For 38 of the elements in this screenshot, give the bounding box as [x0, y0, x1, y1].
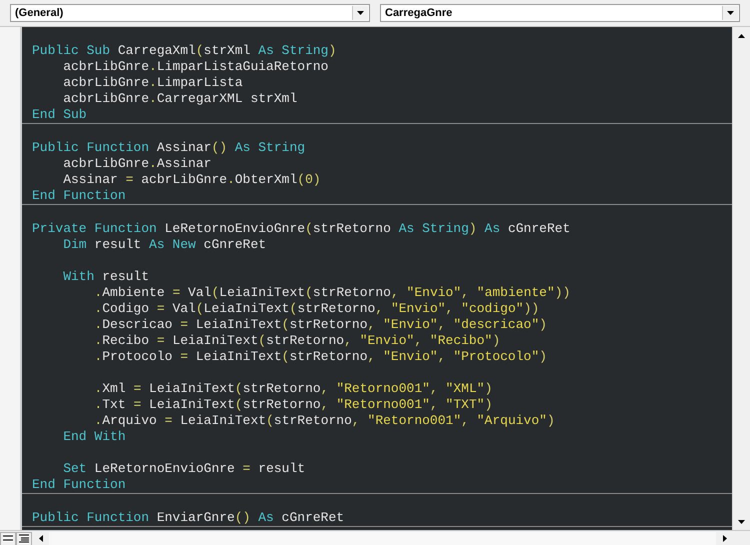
caret-icon — [357, 11, 364, 15]
code-line: .Descricao = LeiaIniText(strRetorno, "Envio", "descricao") — [93, 317, 547, 333]
code-line: Assinar = acbrLibGnre.ObterXml(0) — [62, 172, 321, 188]
code-line: End With — [62, 429, 126, 445]
code-line: Public Function Assinar() As String — [31, 140, 306, 156]
left-triangle-icon — [38, 535, 42, 542]
code-line: .Ambiente = Val(LeiaIniText(strRetorno, "Envio", "ambiente")) — [93, 285, 570, 301]
lines-icon — [19, 534, 29, 543]
code-line: .Protocolo = LeiaIniText(strRetorno, "Envio", "Protocolo") — [93, 349, 547, 365]
right-triangle-icon — [722, 535, 726, 542]
two-lines-icon — [3, 535, 13, 542]
code-line: End Sub — [31, 107, 87, 123]
procedure-dropdown[interactable]: CarregaGnre — [380, 4, 740, 22]
full-module-view-button[interactable] — [16, 532, 32, 545]
scroll-left-button[interactable] — [32, 532, 49, 545]
code-line: End Function — [31, 477, 126, 493]
code-line: Dim result As New cGnreRet — [62, 237, 266, 253]
code-line: Private Function LeRetornoEnvioGnre(strRetorno As String) As cGnreRet — [31, 221, 570, 237]
code-line: .Codigo = Val(LeiaIniText(strRetorno, "Envio", "codigo")) — [93, 301, 540, 317]
scroll-right-button[interactable] — [716, 532, 733, 545]
down-triangle-icon — [738, 520, 745, 524]
code-line: acbrLibGnre.LimparListaGuiaRetorno — [62, 59, 328, 75]
caret-icon — [727, 11, 734, 15]
code-line: Public Sub CarregaXml(strXml As String) — [31, 43, 336, 59]
object-dropdown[interactable]: (General) — [10, 4, 370, 22]
code-line: .Arquivo = LeiaIniText(strRetorno, "Retorno001", "Arquivo") — [93, 413, 555, 429]
procedure-view-button[interactable] — [0, 532, 16, 545]
code-line: End Function — [31, 188, 126, 204]
code-line: .Xml = LeiaIniText(strRetorno, "Retorno001", "XML") — [93, 381, 492, 397]
code-line: acbrLibGnre.Assinar — [62, 156, 212, 172]
code-line: acbrLibGnre.CarregarXML strXml — [62, 91, 298, 107]
code-line: .Txt = LeiaIniText(strRetorno, "Retorno001", "TXT") — [93, 397, 492, 413]
code-line: Set LeRetornoEnvioGnre = result — [62, 461, 306, 477]
up-triangle-icon — [738, 34, 745, 38]
code-line: .Recibo = LeiaIniText(strRetorno, "Envio", "Recibo") — [93, 333, 500, 349]
code-line: With result — [62, 269, 150, 285]
code-line: Public Function EnviarGnre() As cGnreRet — [31, 510, 344, 526]
code-line: acbrLibGnre.LimparLista — [62, 75, 243, 91]
